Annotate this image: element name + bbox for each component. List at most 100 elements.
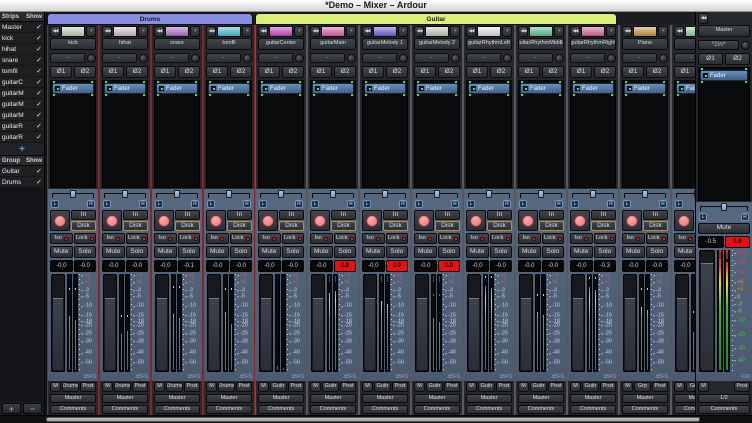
meter-type-label[interactable]: dBFS (291, 375, 304, 380)
solo-lock-button[interactable]: Lock (490, 233, 513, 244)
pan-handle[interactable] (538, 190, 544, 198)
pan-left-button[interactable]: L (699, 213, 707, 221)
solo-isolate-button[interactable]: Iso (674, 233, 695, 244)
sidebar-strip-row[interactable]: tomfil✓ (0, 66, 44, 77)
mute-button[interactable]: Mute (698, 223, 750, 234)
trim-knob[interactable] (659, 54, 668, 63)
mute-button[interactable]: Mute (414, 246, 437, 258)
hide-strip-icon[interactable]: × (138, 26, 148, 37)
phase-1-button[interactable]: Ø1 (50, 66, 72, 78)
group-button[interactable]: Guitr (530, 382, 547, 392)
mute-button[interactable]: Mute (622, 246, 645, 258)
fader-handle[interactable] (53, 298, 63, 370)
group-button[interactable]: Guitr (374, 382, 391, 392)
monitor-input-button[interactable]: In (331, 210, 356, 220)
record-enable-button[interactable] (466, 210, 486, 231)
meter-bar[interactable] (73, 274, 78, 372)
master-input-button[interactable]: *2in* (698, 40, 739, 50)
strip-color-swatch[interactable] (217, 26, 241, 37)
fader-handle[interactable] (573, 298, 583, 370)
comments-button[interactable]: Comments (414, 405, 460, 414)
narrow-strip-icon[interactable]: ◀◀ (698, 13, 708, 24)
meter-type-label[interactable]: dBFS (603, 375, 616, 380)
record-enable-button[interactable] (674, 210, 694, 231)
processor-box[interactable]: Fader (206, 80, 252, 188)
output-button[interactable]: Master (50, 394, 96, 403)
hide-strip-icon[interactable]: × (398, 26, 408, 37)
peak-display[interactable]: -0.3 (594, 260, 617, 272)
strip-visible-checkmark[interactable]: ✓ (36, 111, 42, 119)
record-enable-button[interactable] (622, 210, 642, 231)
clip-indicator[interactable] (433, 276, 434, 282)
meter-bar[interactable] (333, 274, 338, 372)
volume-fader[interactable] (467, 274, 481, 372)
remove-group-button[interactable]: − (23, 403, 42, 414)
fader-processor-entry[interactable]: Fader (572, 83, 614, 94)
meter-point-button[interactable]: Post (600, 382, 616, 392)
volume-fader[interactable] (259, 274, 273, 372)
fader-handle[interactable] (469, 298, 479, 370)
monitor-input-button[interactable]: In (383, 210, 408, 220)
fader-processor-entry[interactable]: Fader (676, 83, 695, 94)
meter-bar[interactable] (379, 274, 384, 372)
pan-right-button[interactable]: R (451, 200, 459, 208)
record-enable-button[interactable] (50, 210, 70, 231)
clip-indicator[interactable] (335, 276, 336, 282)
sidebar-strip-row[interactable]: guitarR✓ (0, 121, 44, 132)
sidebar-strip-row[interactable]: snare✓ (0, 55, 44, 66)
fader-handle[interactable] (521, 298, 531, 370)
output-button[interactable]: Master (258, 394, 304, 403)
scrollbar-thumb[interactable] (46, 417, 700, 422)
narrow-strip-icon[interactable]: ◀◀ (414, 26, 424, 37)
phase-2-button[interactable]: Ø2 (490, 66, 512, 78)
meter-bar[interactable] (639, 274, 644, 372)
sidebar-strip-row[interactable]: guitarC✓ (0, 77, 44, 88)
phase-2-button[interactable]: Ø2 (386, 66, 408, 78)
monitor-input-button[interactable]: In (643, 210, 668, 220)
monitor-button[interactable]: M (50, 382, 61, 392)
clip-indicator[interactable] (329, 276, 330, 282)
pan-handle[interactable] (642, 190, 648, 198)
sidebar-strip-row[interactable]: guitarM✓ (0, 88, 44, 99)
volume-fader[interactable] (51, 274, 65, 372)
solo-lock-button[interactable]: Lock (594, 233, 617, 244)
gain-display[interactable]: -0.0 (518, 260, 541, 272)
meter-point-button[interactable]: Post (496, 382, 512, 392)
peak-display[interactable]: 0.0 (438, 260, 461, 272)
strip-name-button[interactable]: st (674, 38, 695, 50)
record-enable-button[interactable] (310, 210, 330, 231)
meter-bar[interactable] (171, 274, 176, 372)
monitor-disk-button[interactable]: Disk (279, 221, 304, 231)
volume-fader[interactable] (415, 274, 429, 372)
meter-point-button[interactable]: Post (80, 382, 96, 392)
pan-left-button[interactable]: L (51, 200, 59, 208)
pan-right-button[interactable]: R (347, 200, 355, 208)
strip-color-swatch[interactable] (581, 26, 605, 37)
processor-led-icon[interactable] (575, 86, 580, 91)
phase-1-button[interactable]: Ø1 (466, 66, 488, 78)
phase-2-button[interactable]: Ø2 (646, 66, 668, 78)
pan-track[interactable] (676, 193, 695, 198)
meter-bar[interactable] (229, 274, 234, 372)
sidebar-group-row[interactable]: Guitar✓ (0, 166, 44, 177)
monitor-input-button[interactable]: In (539, 210, 564, 220)
sidebar-strip-row[interactable]: guitarM✓ (0, 110, 44, 121)
hide-strip-icon[interactable]: × (190, 26, 200, 37)
monitor-disk-button[interactable]: Disk (643, 221, 668, 231)
strip-visible-checkmark[interactable]: ✓ (36, 34, 42, 42)
strip-visible-checkmark[interactable]: ✓ (36, 78, 42, 86)
strip-name-button[interactable]: guitarMain (310, 38, 356, 50)
mute-button[interactable]: Mute (102, 246, 125, 258)
input-button[interactable]: - (258, 53, 293, 63)
processor-box[interactable]: Fader (362, 80, 408, 188)
pan-handle[interactable] (382, 190, 388, 198)
monitor-input-button[interactable]: In (227, 210, 252, 220)
monitor-disk-button[interactable]: Disk (123, 221, 148, 231)
group-visible-checkmark[interactable]: ✓ (36, 167, 42, 175)
meter-bar[interactable] (593, 274, 598, 372)
pan-right-button[interactable]: R (503, 200, 511, 208)
master-processor-box[interactable]: Fader (698, 67, 750, 201)
trim-knob[interactable] (191, 54, 200, 63)
meter-type-label[interactable]: dBFS (499, 375, 512, 380)
comments-button[interactable]: Comments (466, 405, 512, 414)
